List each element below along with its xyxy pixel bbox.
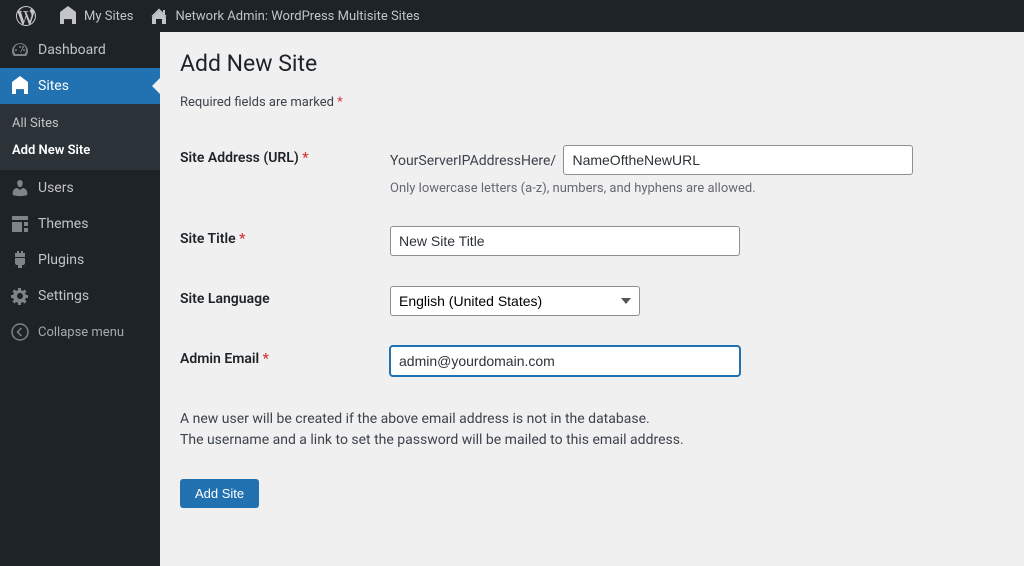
dashboard-label: Dashboard (38, 42, 106, 58)
form-table: Site Address (URL) * YourServerIPAddress… (180, 130, 1004, 391)
collapse-menu[interactable]: Collapse menu (0, 314, 160, 350)
network-admin-link[interactable]: Network Admin: WordPress Multisite Sites (141, 0, 427, 32)
dashboard-icon (10, 40, 30, 60)
site-title-input[interactable] (390, 226, 740, 256)
site-title-label: Site Title * (180, 211, 380, 271)
admin-sidebar: Dashboard Sites All Sites Add New Site U… (0, 32, 160, 566)
sites-icon (10, 76, 30, 96)
users-icon (10, 178, 30, 198)
submenu-add-new-site[interactable]: Add New Site (0, 137, 160, 164)
sidebar-item-plugins[interactable]: Plugins (0, 242, 160, 278)
site-address-help: Only lowercase letters (a-z), numbers, a… (390, 181, 994, 196)
required-note: Required fields are marked * (180, 95, 1004, 110)
collapse-label: Collapse menu (38, 325, 124, 340)
sidebar-item-dashboard[interactable]: Dashboard (0, 32, 160, 68)
settings-icon (10, 286, 30, 306)
wordpress-icon (16, 6, 36, 26)
sidebar-item-settings[interactable]: Settings (0, 278, 160, 314)
info-text: A new user will be created if the above … (180, 409, 1004, 451)
required-mark: * (337, 95, 343, 110)
site-address-label: Site Address (URL) * (180, 130, 380, 211)
main-content: Add New Site Required fields are marked … (160, 32, 1024, 566)
admin-email-label: Admin Email * (180, 331, 380, 391)
themes-icon (10, 214, 30, 234)
site-language-label: Site Language (180, 271, 380, 331)
sidebar-item-themes[interactable]: Themes (0, 206, 160, 242)
themes-label: Themes (38, 216, 88, 232)
sites-label: Sites (38, 78, 69, 94)
network-admin-label: Network Admin: WordPress Multisite Sites (175, 9, 419, 24)
sidebar-item-users[interactable]: Users (0, 170, 160, 206)
plugins-icon (10, 250, 30, 270)
sidebar-item-sites[interactable]: Sites (0, 68, 160, 104)
plugins-label: Plugins (38, 252, 84, 268)
page-title: Add New Site (180, 50, 1004, 77)
sites-submenu: All Sites Add New Site (0, 104, 160, 170)
admin-email-input[interactable] (390, 346, 740, 376)
site-address-input[interactable] (563, 145, 913, 175)
site-address-prefix: YourServerIPAddressHere/ (390, 147, 560, 175)
wp-logo-menu[interactable] (8, 0, 50, 32)
site-language-select[interactable]: English (United States) (390, 286, 640, 316)
submenu-all-sites[interactable]: All Sites (0, 110, 160, 137)
collapse-icon (10, 322, 30, 342)
home-icon (149, 6, 169, 26)
multisite-icon (58, 6, 78, 26)
admin-topbar: My Sites Network Admin: WordPress Multis… (0, 0, 1024, 32)
mysites-menu[interactable]: My Sites (50, 0, 141, 32)
add-site-button[interactable]: Add Site (180, 479, 259, 508)
settings-label: Settings (38, 288, 89, 304)
mysites-label: My Sites (84, 9, 133, 24)
users-label: Users (38, 180, 74, 196)
